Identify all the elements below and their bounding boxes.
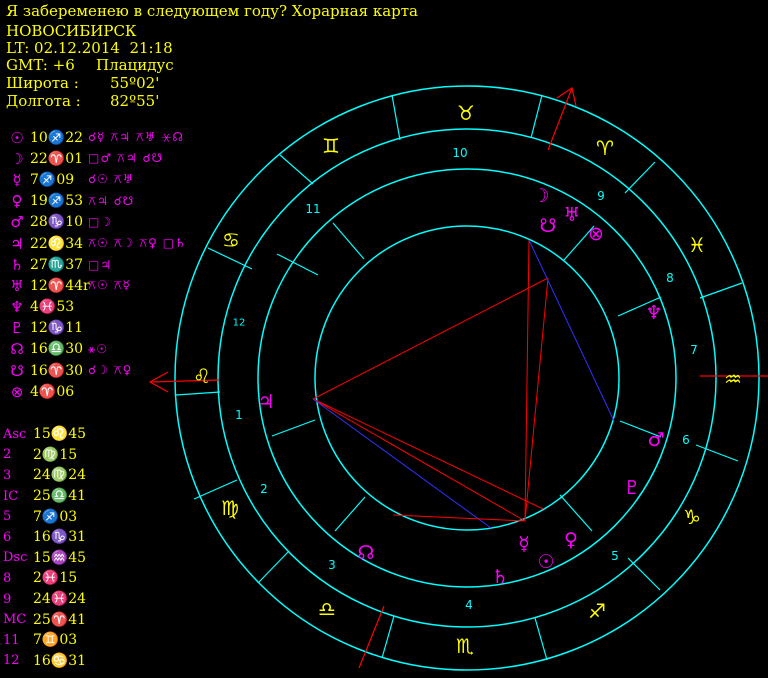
sign-divider xyxy=(530,94,543,139)
part-of-fortune-icon: ⊗ xyxy=(588,223,604,245)
house-number: 3 xyxy=(328,558,336,572)
sign-divider xyxy=(699,282,743,299)
sign-divider xyxy=(257,550,290,584)
house-cusp-line xyxy=(559,494,593,532)
midheaven-axis-line xyxy=(547,87,573,151)
house-cusp-line xyxy=(271,419,316,437)
aspect-line xyxy=(312,398,544,510)
sign-divider xyxy=(624,161,656,194)
house-cusp-line xyxy=(334,496,366,532)
sun-icon: ☉ xyxy=(537,551,554,573)
house-number: 12 xyxy=(233,318,246,329)
horary-chart-wheel: ♈ ♉ ♊ ♋ ♌ ♍ ♎ ♏ ♐ ♑ ♒ ♓ 1 2 3 4 5 6 7 8 … xyxy=(148,85,768,671)
leo-icon: ♌ xyxy=(193,364,211,388)
south-node-icon: ☋ xyxy=(540,215,557,237)
zodiac-outer-ring xyxy=(174,85,760,671)
uranus-icon: ♅ xyxy=(563,204,580,226)
house-number: 10 xyxy=(452,146,467,160)
libra-icon: ♎ xyxy=(318,597,336,621)
aquarius-icon: ♒ xyxy=(724,367,742,391)
house-number: 8 xyxy=(666,271,674,285)
house-cusp-line xyxy=(332,222,365,260)
aspect-line xyxy=(312,277,549,400)
aspect-line xyxy=(312,398,492,529)
house-inner-ring xyxy=(314,225,620,531)
venus-icon: ♀ xyxy=(564,529,578,551)
house-outer-ring xyxy=(257,168,677,588)
capricorn-icon: ♑ xyxy=(683,505,701,529)
house-number: 5 xyxy=(611,549,619,563)
saturn-icon: ♄ xyxy=(491,566,508,588)
house-number: 4 xyxy=(465,598,473,612)
gemini-icon: ♊ xyxy=(322,134,340,158)
house-number: 7 xyxy=(690,343,698,357)
house-number: 6 xyxy=(682,433,690,447)
sign-divider xyxy=(381,615,395,659)
sagittarius-icon: ♐ xyxy=(588,599,606,623)
mars-icon: ♂ xyxy=(647,429,664,451)
pluto-icon: ♇ xyxy=(623,477,640,499)
neptune-icon: ♆ xyxy=(645,302,662,324)
aspect-line xyxy=(524,277,549,522)
north-node-icon: ☊ xyxy=(358,542,375,564)
moon-icon: ☽ xyxy=(532,185,549,207)
pisces-icon: ♓ xyxy=(688,233,706,257)
sign-divider xyxy=(534,617,548,661)
scorpio-icon: ♏ xyxy=(456,634,474,658)
house-number: 2 xyxy=(260,482,268,496)
virgo-icon: ♍ xyxy=(221,496,239,520)
imum-coeli-axis-line xyxy=(358,605,385,669)
house-number: 1 xyxy=(235,408,243,422)
jupiter-icon: ♃ xyxy=(257,391,274,413)
aspect-line xyxy=(524,239,530,522)
taurus-icon: ♉ xyxy=(457,101,475,125)
mercury-icon: ☿ xyxy=(518,533,530,555)
house-number: 11 xyxy=(305,202,320,216)
aspect-line xyxy=(312,398,526,522)
sign-divider xyxy=(627,557,661,591)
sign-divider xyxy=(279,154,314,185)
cancer-icon: ♋ xyxy=(222,228,240,252)
house-number: 9 xyxy=(597,189,605,203)
zodiac-inner-ring xyxy=(217,128,717,628)
aries-icon: ♈ xyxy=(596,136,614,160)
sign-divider xyxy=(175,391,221,396)
house-cusp-line xyxy=(276,253,319,276)
sign-divider xyxy=(391,94,401,141)
